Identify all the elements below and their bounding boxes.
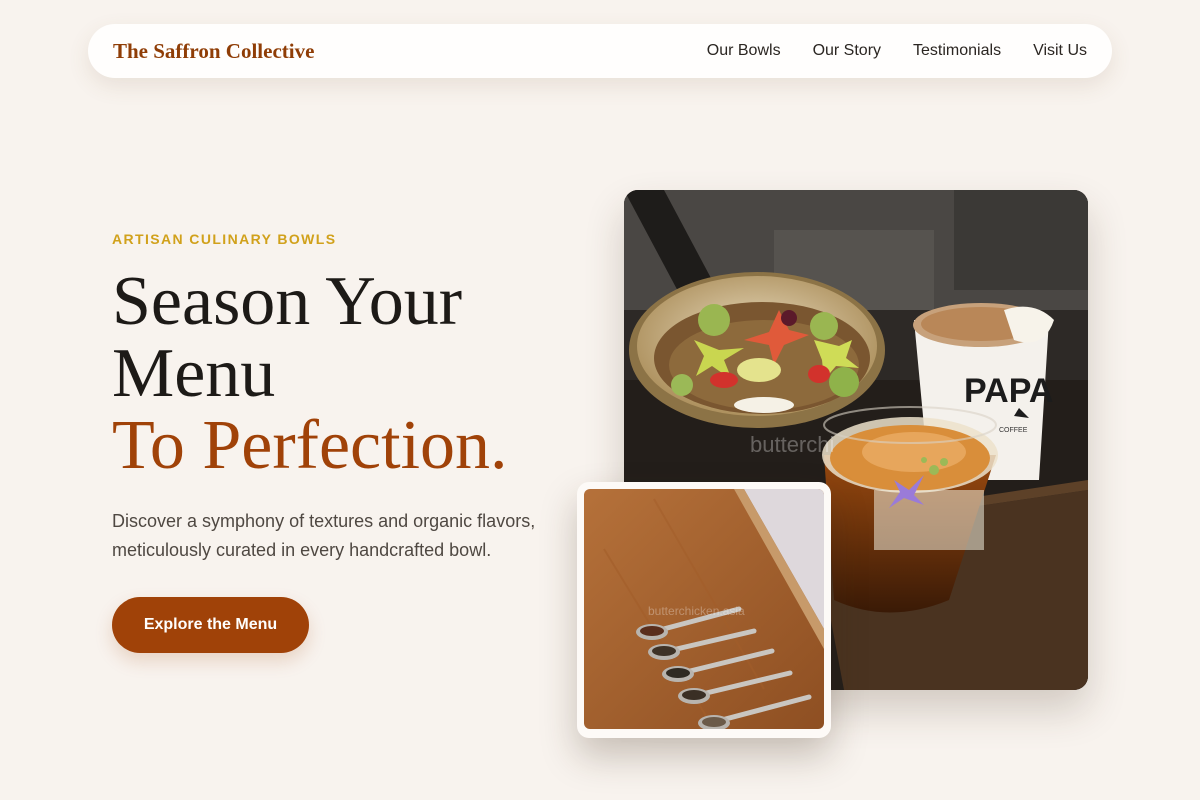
small-photo-watermark: butterchicken.asia — [648, 604, 745, 618]
brand-logo[interactable]: The Saffron Collective — [113, 39, 314, 64]
hero-description: Discover a symphony of textures and orga… — [112, 511, 536, 560]
nav-link-testimonials[interactable]: Testimonials — [913, 42, 1001, 60]
top-navigation: The Saffron Collective Our Bowls Our Sto… — [88, 24, 1112, 78]
cup-subprint: COFFEE — [999, 427, 1028, 434]
spice-photo-frame: butterchicken.asia — [577, 482, 831, 738]
cup-print: PAPA — [964, 372, 1053, 410]
hero-eyebrow: ARTISAN CULINARY BOWLS — [112, 231, 337, 247]
headline-line-2: Menu — [112, 335, 276, 412]
spice-spoons-image: butterchicken.asia — [584, 489, 824, 729]
nav-link-our-bowls[interactable]: Our Bowls — [707, 42, 781, 60]
nav-link-our-story[interactable]: Our Story — [813, 42, 881, 60]
headline-line-1: Season Your — [112, 263, 463, 340]
hero-headline: Season Your Menu To Perfection. — [112, 266, 508, 482]
nav-link-visit-us[interactable]: Visit Us — [1033, 42, 1087, 60]
explore-menu-button[interactable]: Explore the Menu — [112, 597, 309, 653]
headline-accent: To Perfection. — [112, 407, 508, 484]
main-photo-watermark: butterchi — [750, 432, 834, 457]
spice-spoons-photo: butterchicken.asia — [584, 489, 824, 729]
nav-links: Our Bowls Our Story Testimonials Visit U… — [707, 42, 1087, 60]
